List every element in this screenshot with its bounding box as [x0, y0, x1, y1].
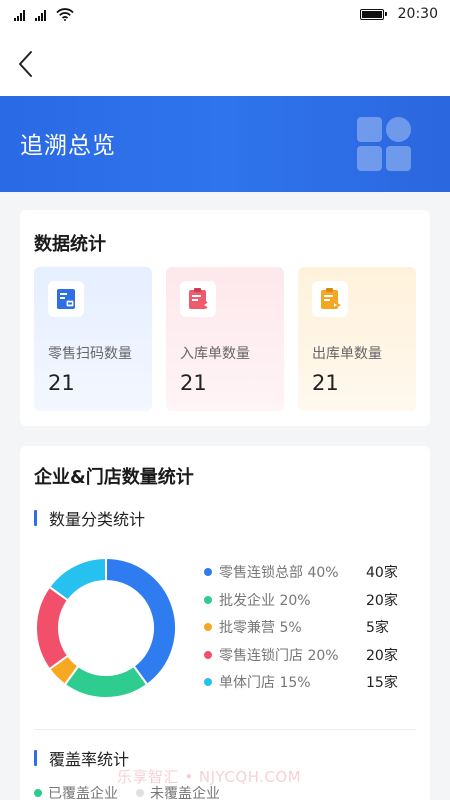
signal-group: [14, 8, 74, 21]
category-section-header: 数量分类统计: [34, 506, 145, 530]
stat-outbound[interactable]: 出库单数量 21: [298, 267, 416, 411]
legend-label: 单体门店 15%: [219, 675, 311, 691]
enterprise-stats-card: 企业&门店数量统计 数量分类统计 零售连锁总部 40% 40家批发企业 20% 20…: [20, 446, 430, 800]
overview-banner: 追溯总览: [0, 96, 450, 192]
donut-slice-3: [35, 585, 70, 671]
legend-item: 零售连锁总部 40% 40家: [204, 562, 414, 590]
legend-label: 批发企业 20%: [219, 592, 311, 609]
data-stats-card: 数据统计 零售扫码数量 21 入库单数量 21 出库单数量 21: [20, 210, 430, 426]
back-icon[interactable]: [14, 48, 38, 80]
status-time: 20:30: [397, 6, 438, 22]
section-accent-bar: [34, 510, 37, 526]
legend-label: 零售连锁门店 20%: [219, 647, 339, 664]
legend-item: 批零兼营 5% 5家: [204, 617, 414, 645]
coverage-legend-covered: 已覆盖企业: [34, 783, 118, 800]
stat-inbound[interactable]: 入库单数量 21: [166, 267, 284, 411]
legend-dot: [204, 595, 212, 604]
legend-item: 批发企业 20% 20家: [204, 590, 414, 618]
donut-slice-0: [105, 556, 177, 687]
enterprise-stats-title: 企业&门店数量统计: [34, 467, 194, 488]
legend-item: 单体门店 15% 15家: [204, 672, 414, 700]
status-bar: 20:30: [0, 0, 450, 32]
legend-count: 20家: [366, 647, 398, 664]
stat-label: 出库单数量: [312, 346, 382, 362]
stat-value: 21: [48, 371, 75, 395]
legend-dot: [204, 568, 212, 576]
legend-count: 20家: [366, 592, 398, 609]
data-stats-title: 数据统计: [34, 234, 106, 255]
inbound-doc-icon: [180, 281, 216, 317]
nav-bar: [0, 32, 450, 96]
legend-label: 零售连锁总部 40%: [219, 565, 339, 581]
legend-dot: [204, 623, 212, 631]
coverage-section-header: 覆盖率统计: [34, 746, 129, 770]
legend-count: 40家: [366, 565, 398, 581]
legend-count: 15家: [366, 675, 398, 691]
legend-dot: [204, 650, 212, 659]
stat-value: 21: [312, 371, 339, 395]
divider: [34, 729, 416, 730]
category-section-title: 数量分类统计: [49, 510, 146, 529]
legend-label: 批零兼营 5%: [219, 620, 302, 636]
battery-icon: [359, 8, 387, 20]
legend-dot: [34, 789, 42, 797]
category-legend: 零售连锁总部 40% 40家 批发企业 20% 20家 批零兼营 5% 5家 零售连锁门店 …: [204, 562, 414, 700]
stat-label: 入库单数量: [180, 346, 250, 362]
donut-slice-1: [63, 664, 149, 699]
donut-slice-4: [47, 556, 107, 602]
cell-signal-icon: [35, 9, 46, 21]
section-accent-bar: [34, 750, 37, 766]
watermark: 乐享智汇 • NJYCQH.COM: [117, 768, 302, 786]
stat-value: 21: [180, 371, 207, 395]
outbound-doc-icon: [312, 281, 348, 317]
legend-count: 5家: [366, 620, 389, 636]
stat-retail-scan[interactable]: 零售扫码数量 21: [34, 267, 152, 411]
legend-item: 零售连锁门店 20% 20家: [204, 645, 414, 673]
legend-label: 已覆盖企业: [48, 786, 118, 800]
scan-code-icon: [48, 281, 84, 317]
wifi-icon: [56, 8, 74, 21]
legend-dot: [204, 678, 212, 686]
category-donut-chart: [35, 556, 177, 699]
page-title: 追溯总览: [20, 133, 116, 159]
legend-dot: [136, 789, 144, 797]
cell-signal-icon: [14, 9, 25, 21]
stat-label: 零售扫码数量: [48, 346, 132, 362]
